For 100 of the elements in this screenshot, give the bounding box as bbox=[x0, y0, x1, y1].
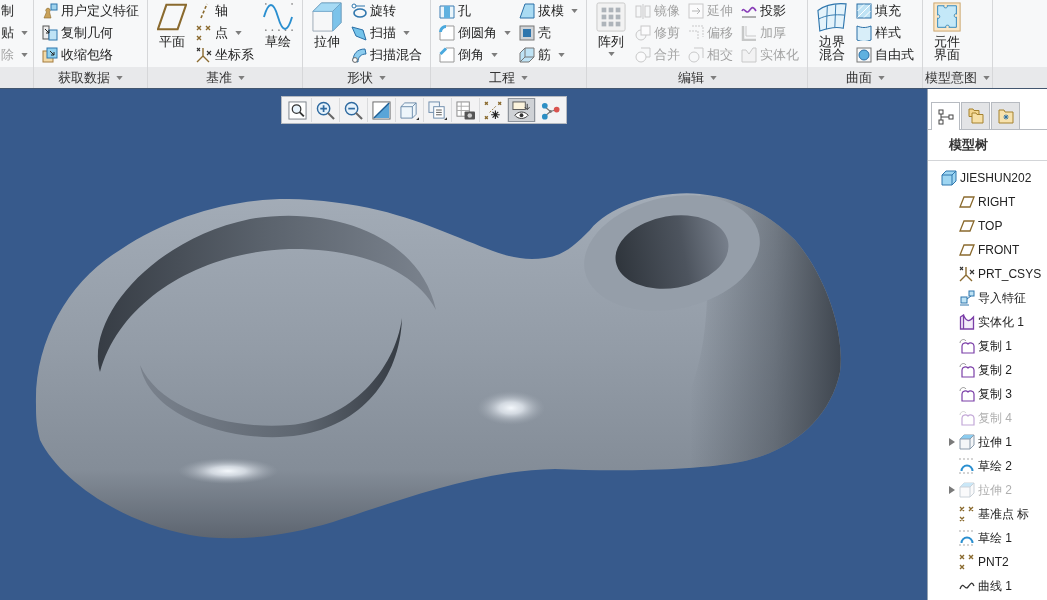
cloud-outline-icon bbox=[959, 386, 975, 402]
rib-block-icon bbox=[519, 47, 535, 63]
ribbon-button[interactable]: 扫描混合 bbox=[350, 44, 423, 66]
folders-icon bbox=[967, 108, 984, 124]
folded-sheet-icon bbox=[959, 314, 975, 330]
caret-icon bbox=[558, 53, 565, 57]
wedge-icon bbox=[351, 25, 367, 41]
caret-icon bbox=[607, 52, 615, 56]
expand-arrow-icon bbox=[949, 486, 955, 494]
hollow-square-icon bbox=[519, 25, 535, 41]
ribbon-button[interactable]: 坐标系 bbox=[195, 44, 255, 66]
annotation-display-button[interactable] bbox=[508, 98, 536, 122]
ribbon-button[interactable]: 投影 bbox=[740, 0, 800, 22]
ribbon-button[interactable]: 阵列 bbox=[594, 0, 628, 56]
ribbon-button[interactable]: 平面 bbox=[155, 0, 189, 48]
group-menu-button[interactable]: 获取数据 bbox=[56, 68, 125, 87]
tapered-block-icon bbox=[519, 3, 535, 19]
circle-corner-icon bbox=[688, 47, 704, 63]
ribbon-button[interactable]: 用户定义特征 bbox=[41, 0, 140, 22]
cloud-outline-icon bbox=[959, 410, 975, 426]
mirrored-rectangles-icon bbox=[635, 3, 651, 19]
ribbon-button[interactable]: 壳 bbox=[518, 22, 579, 44]
cross-marks-icon bbox=[196, 25, 212, 41]
cloud-outline-icon bbox=[959, 338, 975, 354]
model-tree-tab[interactable] bbox=[931, 102, 960, 130]
caret-icon bbox=[116, 75, 123, 80]
zoom-in-icon bbox=[316, 100, 335, 120]
frame-eye-icon bbox=[512, 100, 531, 120]
ribbon-button[interactable]: 倒圆角 bbox=[438, 22, 512, 44]
ribbon-button[interactable]: 轴 bbox=[195, 0, 255, 22]
ribbon-button[interactable]: 收缩包络 bbox=[41, 44, 140, 66]
caret-icon bbox=[237, 75, 245, 80]
ribbon-button[interactable]: 点 bbox=[195, 22, 255, 44]
sine-wave-icon bbox=[263, 2, 293, 32]
tree-item[interactable]: 草绘 2 bbox=[946, 454, 1047, 478]
ribbon-button[interactable]: 复制几何 bbox=[41, 22, 140, 44]
caret-icon bbox=[403, 31, 410, 35]
cross-marks-icon bbox=[484, 100, 503, 120]
tree-item[interactable]: 导入特征 bbox=[946, 286, 1047, 310]
tree-item[interactable]: 曲线 1 bbox=[946, 574, 1047, 598]
table-camera-icon bbox=[456, 100, 475, 120]
cross-marks-icon bbox=[959, 554, 975, 570]
group-menu-button[interactable]: 形状 bbox=[345, 68, 388, 87]
cube-icon bbox=[312, 2, 342, 32]
tree-item[interactable]: PRT_CSYS bbox=[946, 262, 1047, 286]
blocks-arrow-icon bbox=[959, 290, 975, 306]
ribbon-button[interactable]: 填充 bbox=[855, 0, 915, 22]
tree-item[interactable]: 实体化 1 bbox=[946, 310, 1047, 334]
curved-grid-icon bbox=[817, 2, 847, 32]
parallelogram-icon bbox=[959, 218, 975, 234]
ribbon-button[interactable]: 扫描 bbox=[350, 22, 423, 44]
group-menu-button[interactable]: 模型意图 bbox=[923, 68, 992, 87]
cube-icon bbox=[400, 100, 419, 120]
tree-item[interactable]: RIGHT bbox=[946, 190, 1047, 214]
folded-sheet-icon bbox=[741, 47, 757, 63]
ribbon-button[interactable]: 拉伸 bbox=[310, 0, 344, 48]
curved-sheet-icon bbox=[856, 25, 872, 41]
tree-item[interactable]: 复制 3 bbox=[946, 382, 1047, 406]
ribbon-button[interactable]: 倒角 bbox=[438, 44, 512, 66]
nodes-icon bbox=[540, 100, 560, 120]
group-menu-button[interactable]: 工程 bbox=[487, 68, 530, 87]
tree-item[interactable]: FRONT bbox=[946, 238, 1047, 262]
caret-icon bbox=[709, 75, 717, 80]
circle-square-icon bbox=[635, 25, 651, 41]
group-menu-button[interactable]: 基准 bbox=[203, 68, 247, 87]
caret-icon bbox=[235, 31, 242, 35]
group-menu-button[interactable]: 曲面 bbox=[843, 68, 887, 87]
ribbon-button[interactable]: 孔 bbox=[438, 0, 512, 22]
caret-icon bbox=[21, 31, 28, 35]
cube-icon bbox=[941, 170, 957, 186]
tree-item[interactable]: 复制 2 bbox=[946, 358, 1047, 382]
block-hole-icon bbox=[439, 3, 455, 19]
chamfered-block-icon bbox=[439, 47, 455, 63]
ribbon-button[interactable]: 草绘 bbox=[261, 0, 295, 48]
ribbon-button[interactable]: 样式 bbox=[855, 22, 915, 44]
ribbon-button[interactable]: 元件界面 bbox=[930, 0, 964, 61]
caret-icon bbox=[21, 53, 28, 57]
tree-item[interactable]: TOP bbox=[946, 214, 1047, 238]
tree-item[interactable]: 拉伸 1 bbox=[946, 430, 1047, 454]
tree-item[interactable]: 复制 1 bbox=[946, 334, 1047, 358]
ribbon-button[interactable]: 边界混合 bbox=[815, 0, 849, 61]
ribbon-button[interactable]: 制 bbox=[0, 0, 29, 22]
group-menu-button[interactable]: 编辑 bbox=[675, 68, 719, 87]
ribbon-button[interactable]: 贴 bbox=[0, 22, 29, 44]
ribbon-button[interactable]: 旋转 bbox=[350, 0, 423, 22]
tree-item[interactable]: 基准点 标 bbox=[946, 502, 1047, 526]
ribbon-button[interactable]: 自由式 bbox=[855, 44, 915, 66]
expand-arrow-icon bbox=[949, 438, 955, 446]
arrow-square-icon bbox=[688, 3, 704, 19]
pawn-cube-icon bbox=[42, 3, 58, 19]
tree-item[interactable]: 草绘 1 bbox=[946, 526, 1047, 550]
hatched-square-icon bbox=[856, 3, 872, 19]
bracket-icon bbox=[741, 25, 757, 41]
folder-star-icon bbox=[997, 108, 1014, 124]
pages-arrow-icon bbox=[42, 25, 58, 41]
tree-item[interactable]: PNT2 bbox=[946, 550, 1047, 574]
ribbon-button[interactable]: 筋 bbox=[518, 44, 579, 66]
ribbon-button[interactable]: 拔模 bbox=[518, 0, 579, 22]
tree-item[interactable]: JIESHUN202 bbox=[928, 166, 1047, 190]
rounded-block-icon bbox=[439, 25, 455, 41]
